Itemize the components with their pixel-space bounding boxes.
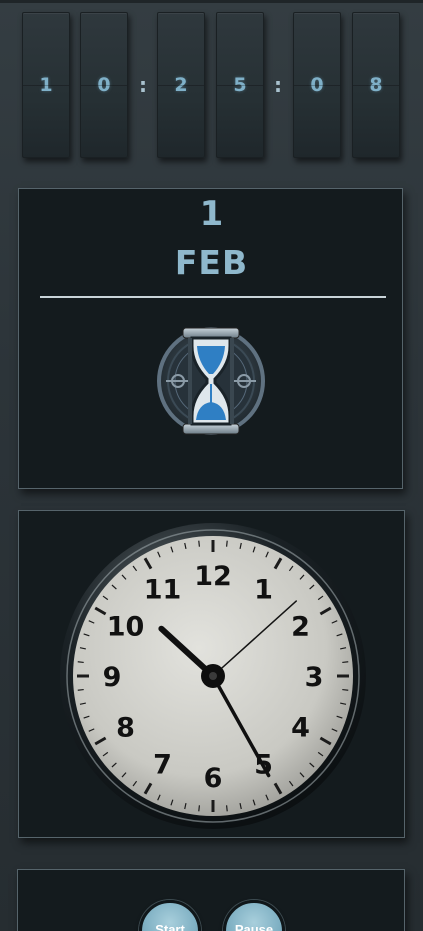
pause-button[interactable]: Pause xyxy=(223,900,285,931)
clock-tick xyxy=(342,661,349,664)
second-tens-digit: 0 xyxy=(293,12,341,158)
date-month: FEB xyxy=(174,243,249,282)
minute-tens-digit: 2 xyxy=(157,12,205,158)
clock-numeral: 6 xyxy=(204,763,223,794)
second-ones-digit: 8 xyxy=(352,12,400,158)
hourglass-icon xyxy=(157,327,265,435)
clock-numeral: 1 xyxy=(254,575,273,606)
clock-numeral: 3 xyxy=(305,662,324,693)
clock-numeral: 12 xyxy=(194,561,232,592)
date-divider xyxy=(40,296,386,298)
clock-numeral: 8 xyxy=(116,713,135,744)
date-panel: 1 FEB xyxy=(18,188,403,489)
clock-numeral: 2 xyxy=(291,612,310,643)
clock-numeral: 10 xyxy=(107,612,145,643)
date-day: 1 xyxy=(199,194,224,234)
analog-clock: 121234567891011 xyxy=(60,523,366,829)
clock-tick xyxy=(198,805,201,812)
controls-panel: Start Pause xyxy=(17,869,405,931)
clock-tick xyxy=(77,661,84,664)
analog-clock-panel: 121234567891011 xyxy=(18,510,405,838)
clock-tick xyxy=(225,805,228,812)
clock-tick xyxy=(225,540,228,547)
start-button[interactable]: Start xyxy=(139,900,201,931)
clock-numeral: 11 xyxy=(144,575,182,606)
time-separator: : xyxy=(274,73,282,97)
clock-numeral: 9 xyxy=(103,662,122,693)
top-edge xyxy=(0,0,423,3)
time-separator: : xyxy=(139,73,147,97)
hour-tens-digit: 1 xyxy=(22,12,70,158)
clock-numeral: 4 xyxy=(291,713,310,744)
clock-tick xyxy=(198,540,201,547)
clock-numeral: 7 xyxy=(153,749,172,780)
minute-ones-digit: 5 xyxy=(216,12,264,158)
digital-clock: 1 0 : 2 5 : 0 8 xyxy=(0,12,423,158)
hour-ones-digit: 0 xyxy=(80,12,128,158)
clock-tick xyxy=(342,688,349,691)
clock-tick xyxy=(77,688,84,691)
